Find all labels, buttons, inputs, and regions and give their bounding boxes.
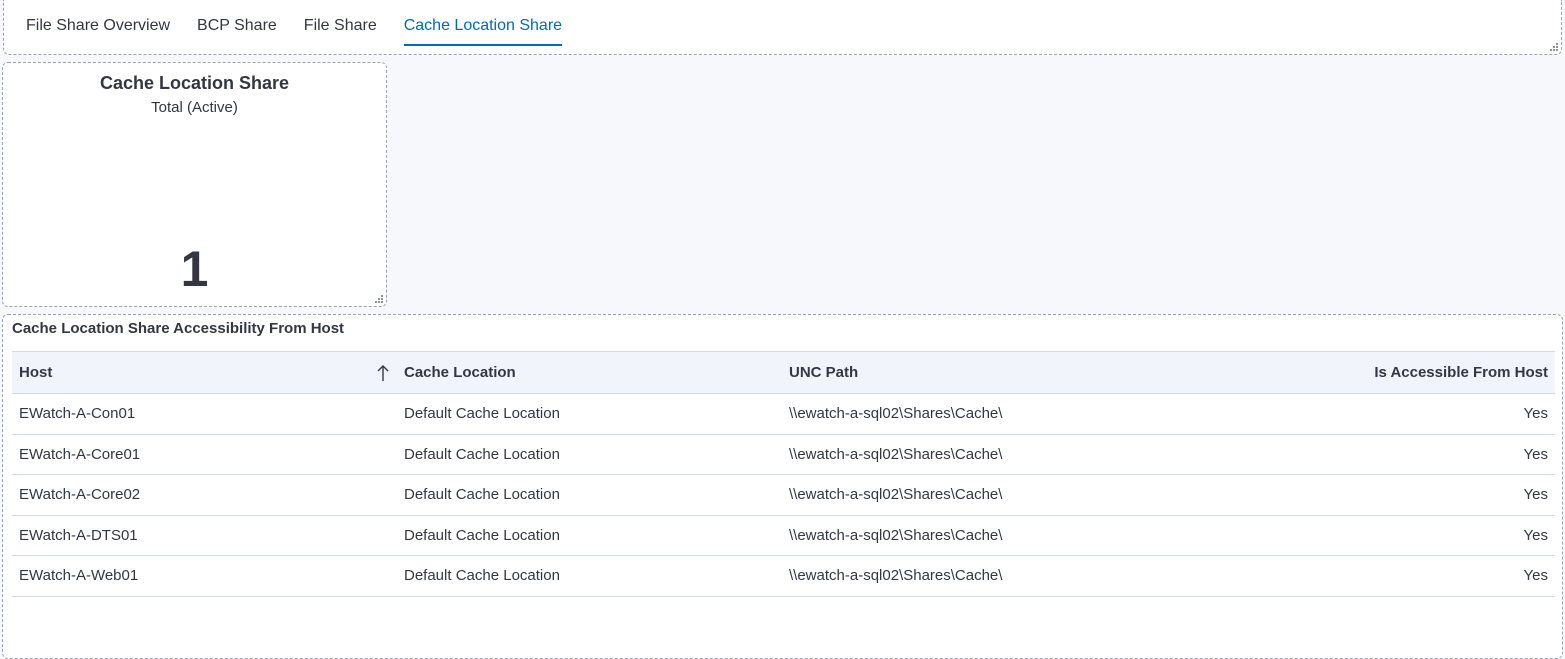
sort-ascending-icon[interactable]: [376, 364, 390, 382]
cell-cache-location: Default Cache Location: [404, 405, 560, 423]
tab-bcp-share[interactable]: BCP Share: [197, 0, 277, 46]
tabs-panel: File Share Overview BCP Share File Share…: [3, 0, 1562, 55]
cell-cache-location: Default Cache Location: [404, 567, 560, 585]
tab-bar: File Share Overview BCP Share File Share…: [26, 0, 563, 48]
table-row: EWatch-A-Core01 Default Cache Location \…: [12, 434, 1555, 475]
cell-is-accessible: Yes: [1523, 486, 1548, 504]
resize-handle-icon[interactable]: [1548, 41, 1558, 51]
column-header-unc-path[interactable]: UNC Path: [782, 352, 1167, 394]
metric-title: Cache Location Share: [99, 73, 290, 93]
metric-subtitle: Total (Active): [151, 99, 238, 116]
table-panel: Cache Location Share Accessibility From …: [2, 314, 1563, 659]
cell-host: EWatch-A-Core02: [19, 486, 141, 504]
column-header-is-accessible[interactable]: Is Accessible From Host: [1167, 352, 1555, 394]
cell-unc-path: \\ewatch-a-sql02\Shares\Cache\: [789, 405, 1003, 423]
tab-file-share[interactable]: File Share: [304, 0, 377, 46]
resize-handle-icon[interactable]: [373, 293, 383, 303]
cell-cache-location: Default Cache Location: [404, 445, 560, 463]
cell-cache-location: Default Cache Location: [404, 486, 560, 504]
table-header-row: Host Cache Location UNC Path Is Accessib…: [12, 351, 1555, 394]
cell-is-accessible: Yes: [1523, 445, 1548, 463]
cell-is-accessible: Yes: [1523, 526, 1548, 544]
column-header-cache-location[interactable]: Cache Location: [397, 352, 782, 394]
table-row: EWatch-A-Web01 Default Cache Location \\…: [12, 556, 1555, 596]
cell-host: EWatch-A-Con01: [19, 405, 136, 423]
cell-host: EWatch-A-DTS01: [19, 526, 138, 544]
table-row: EWatch-A-DTS01 Default Cache Location \\…: [12, 515, 1555, 556]
cell-host: EWatch-A-Core01: [19, 445, 141, 463]
table-row: EWatch-A-Con01 Default Cache Location \\…: [12, 394, 1555, 434]
data-table-wrapper: Host Cache Location UNC Path Is Accessib…: [12, 351, 1555, 597]
data-table: Host Cache Location UNC Path Is Accessib…: [12, 351, 1555, 597]
table-row: EWatch-A-Core02 Default Cache Location \…: [12, 475, 1555, 515]
cell-unc-path: \\ewatch-a-sql02\Shares\Cache\: [789, 526, 1003, 544]
cell-is-accessible: Yes: [1523, 405, 1548, 423]
column-header-label: Host: [19, 364, 53, 381]
tab-file-share-overview[interactable]: File Share Overview: [26, 0, 170, 46]
column-header-host[interactable]: Host: [12, 352, 397, 394]
cell-cache-location: Default Cache Location: [404, 526, 560, 544]
table-title: Cache Location Share Accessibility From …: [12, 320, 345, 337]
cell-is-accessible: Yes: [1523, 567, 1548, 585]
cell-unc-path: \\ewatch-a-sql02\Shares\Cache\: [789, 486, 1003, 504]
metric-value: 1: [180, 241, 209, 297]
cell-host: EWatch-A-Web01: [19, 567, 139, 585]
metric-panel: Cache Location Share Total (Active) 1: [2, 62, 387, 307]
cell-unc-path: \\ewatch-a-sql02\Shares\Cache\: [789, 567, 1003, 585]
cell-unc-path: \\ewatch-a-sql02\Shares\Cache\: [789, 445, 1003, 463]
tab-cache-location-share[interactable]: Cache Location Share: [403, 0, 563, 46]
